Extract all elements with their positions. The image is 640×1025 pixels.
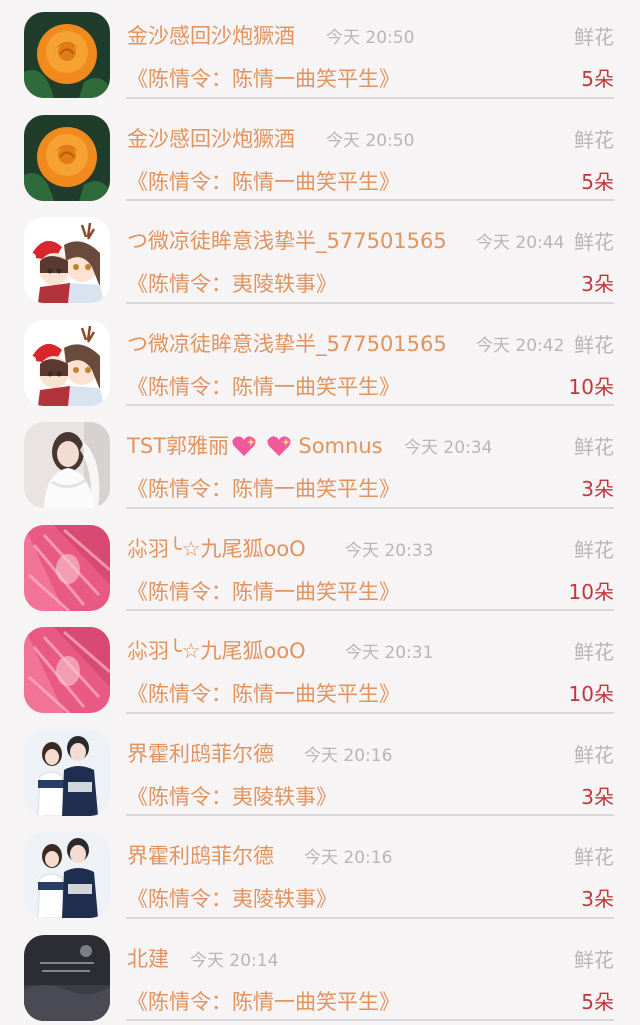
sender-name[interactable]: 界霍利鸱菲尔德 (127, 840, 274, 870)
sender-name[interactable]: 北建 (127, 943, 169, 973)
book-title[interactable]: 《陈情令：夷陵轶事》 (127, 883, 337, 913)
sparkle-heart-icon (231, 435, 257, 457)
pink-avatar[interactable] (24, 525, 110, 611)
book-title[interactable]: 《陈情令：陈情一曲笑平生》 (127, 473, 400, 503)
divider (126, 917, 614, 919)
divider (126, 814, 614, 816)
gift-count: 5朵 (581, 63, 614, 92)
list-item[interactable]: つ微凉徒眸意浅挚半_577501565 今天 20:42 鲜花 《陈情令：陈情一… (0, 308, 640, 411)
timestamp: 今天 20:42 (476, 331, 564, 356)
couple-avatar[interactable] (24, 832, 110, 918)
list-item[interactable]: TST郭雅丽 Somnus 今天 20:34 鲜花 《陈情令：陈情一曲笑平生》 … (0, 410, 640, 513)
book-title[interactable]: 《陈情令：夷陵轶事》 (127, 268, 337, 298)
sender-name[interactable]: TST郭雅丽 Somnus (127, 430, 383, 460)
sender-name[interactable]: つ微凉徒眸意浅挚半_577501565 (127, 328, 447, 358)
couple-avatar[interactable] (24, 730, 110, 816)
gift-count: 3朵 (581, 268, 614, 297)
gift-count: 3朵 (581, 883, 614, 912)
anime-avatar[interactable] (24, 320, 110, 406)
list-item[interactable]: 金沙感回沙炮獗酒 今天 20:50 鲜花 《陈情令：陈情一曲笑平生》 5朵 (0, 103, 640, 206)
gift-count: 3朵 (581, 473, 614, 502)
anime-avatar[interactable] (24, 217, 110, 303)
book-title[interactable]: 《陈情令：陈情一曲笑平生》 (127, 678, 400, 708)
list-item[interactable]: つ微凉徒眸意浅挚半_577501565 今天 20:44 鲜花 《陈情令：夷陵轶… (0, 205, 640, 308)
gift-type: 鲜花 (574, 739, 614, 768)
timestamp: 今天 20:44 (476, 228, 564, 253)
timestamp: 今天 20:14 (190, 946, 278, 971)
list-item[interactable]: 尛羽╰☆九尾狐ooO 今天 20:31 鲜花 《陈情令：陈情一曲笑平生》 10朵 (0, 615, 640, 718)
sender-name-suffix: Somnus (298, 434, 382, 458)
gift-count: 10朵 (569, 576, 614, 605)
sparkle-heart-icon (266, 435, 292, 457)
gift-type: 鲜花 (574, 636, 614, 665)
gift-type: 鲜花 (574, 944, 614, 973)
gift-type: 鲜花 (574, 21, 614, 50)
timestamp: 今天 20:50 (326, 126, 414, 151)
gift-count: 5朵 (581, 986, 614, 1015)
book-title[interactable]: 《陈情令：陈情一曲笑平生》 (127, 166, 400, 196)
divider (126, 507, 614, 509)
sender-name[interactable]: 金沙感回沙炮獗酒 (127, 123, 295, 153)
divider (126, 404, 614, 406)
gift-count: 10朵 (569, 678, 614, 707)
book-title[interactable]: 《陈情令：陈情一曲笑平生》 (127, 371, 400, 401)
timestamp: 今天 20:31 (345, 638, 433, 663)
book-title[interactable]: 《陈情令：陈情一曲笑平生》 (127, 63, 400, 93)
book-title[interactable]: 《陈情令：夷陵轶事》 (127, 781, 337, 811)
divider (126, 609, 614, 611)
pink-avatar[interactable] (24, 627, 110, 713)
dark-avatar[interactable] (24, 935, 110, 1021)
sender-name[interactable]: 尛羽╰☆九尾狐ooO (127, 635, 306, 665)
divider (126, 302, 614, 304)
sender-name[interactable]: 尛羽╰☆九尾狐ooO (127, 533, 306, 563)
gift-type: 鲜花 (574, 329, 614, 358)
book-title[interactable]: 《陈情令：陈情一曲笑平生》 (127, 576, 400, 606)
gift-type: 鲜花 (574, 226, 614, 255)
rose-avatar[interactable] (24, 115, 110, 201)
timestamp: 今天 20:16 (304, 741, 392, 766)
gift-count: 5朵 (581, 166, 614, 195)
list-item[interactable]: 北建 今天 20:14 鲜花 《陈情令：陈情一曲笑平生》 5朵 (0, 923, 640, 1025)
list-item[interactable]: 尛羽╰☆九尾狐ooO 今天 20:33 鲜花 《陈情令：陈情一曲笑平生》 10朵 (0, 513, 640, 616)
book-title[interactable]: 《陈情令：陈情一曲笑平生》 (127, 986, 400, 1016)
timestamp: 今天 20:33 (345, 536, 433, 561)
sender-name-text: TST郭雅丽 (127, 434, 229, 458)
divider (126, 712, 614, 714)
bride-avatar[interactable] (24, 422, 110, 508)
list-item[interactable]: 界霍利鸱菲尔德 今天 20:16 鲜花 《陈情令：夷陵轶事》 3朵 (0, 820, 640, 923)
timestamp: 今天 20:16 (304, 843, 392, 868)
gift-count: 3朵 (581, 781, 614, 810)
gift-count: 10朵 (569, 371, 614, 400)
sender-name[interactable]: 金沙感回沙炮獗酒 (127, 20, 295, 50)
divider (126, 199, 614, 201)
sender-name[interactable]: つ微凉徒眸意浅挚半_577501565 (127, 225, 447, 255)
divider (126, 1019, 614, 1021)
sender-name[interactable]: 界霍利鸱菲尔德 (127, 738, 274, 768)
gift-list: 金沙感回沙炮獗酒 今天 20:50 鲜花 《陈情令：陈情一曲笑平生》 5朵 金沙… (0, 0, 640, 1025)
list-item[interactable]: 金沙感回沙炮獗酒 今天 20:50 鲜花 《陈情令：陈情一曲笑平生》 5朵 (0, 0, 640, 103)
gift-type: 鲜花 (574, 431, 614, 460)
gift-type: 鲜花 (574, 124, 614, 153)
divider (126, 97, 614, 99)
timestamp: 今天 20:34 (404, 433, 492, 458)
rose-avatar[interactable] (24, 12, 110, 98)
gift-type: 鲜花 (574, 841, 614, 870)
timestamp: 今天 20:50 (326, 23, 414, 48)
list-item[interactable]: 界霍利鸱菲尔德 今天 20:16 鲜花 《陈情令：夷陵轶事》 3朵 (0, 718, 640, 821)
gift-type: 鲜花 (574, 534, 614, 563)
